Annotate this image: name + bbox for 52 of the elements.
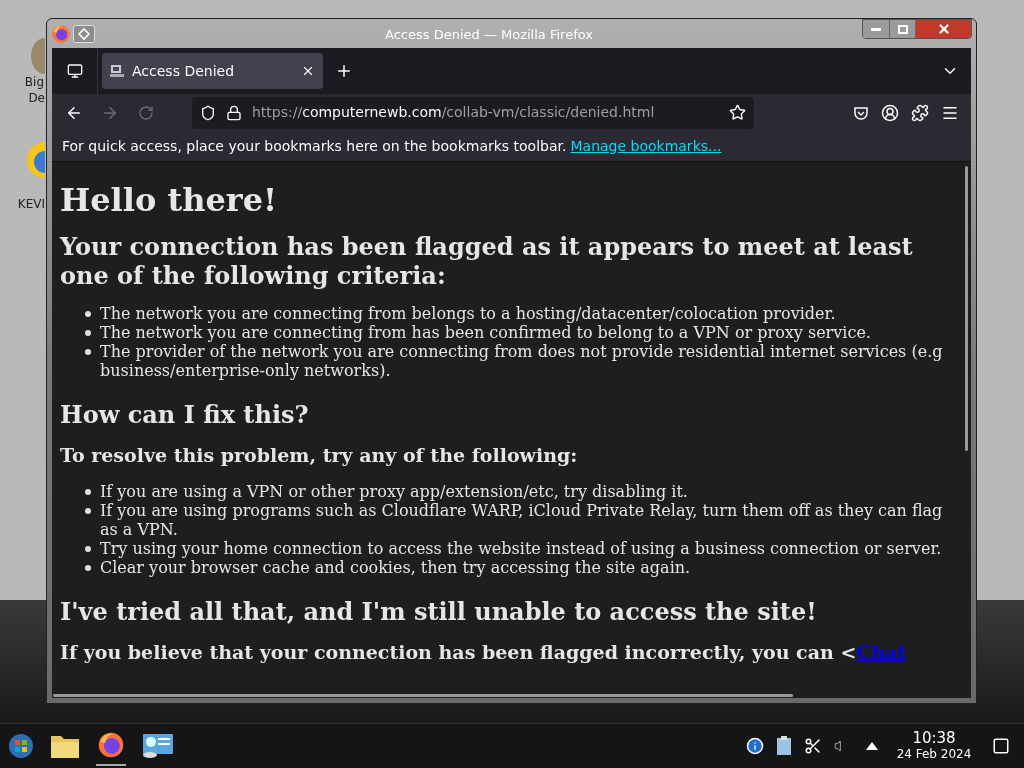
list-item-text: The provider of the network you are connecting from does not provide residential internet services (e.g business/enterprise-only networks). — [100, 342, 944, 380]
tab-title: Access Denied — [132, 61, 236, 81]
close-button[interactable] — [915, 20, 971, 38]
list-item-text: Clear your browser cache and cookies, then try accessing the site again. — [100, 558, 691, 577]
info-icon[interactable] — [746, 737, 764, 755]
window-menu-icon[interactable] — [73, 24, 95, 43]
close-tab-icon[interactable] — [301, 64, 315, 78]
horizontal-scrollbar-thumb[interactable] — [53, 693, 793, 697]
list-item-text: The network you are connecting from has been confirmed to belong to a VPN or proxy service. — [100, 323, 871, 342]
window-title: Access Denied — Mozilla Firefox — [385, 26, 593, 44]
list-item-text: Try using your home connection to access the website instead of using a business connection or server. — [100, 539, 942, 558]
scissors-icon[interactable] — [804, 737, 822, 755]
clock-date: 24 Feb 2024 — [896, 747, 972, 762]
lock-icon[interactable] — [226, 104, 242, 121]
bookmarks-hint: For quick access, place your bookmarks here on the bookmarks toolbar. — [62, 136, 567, 156]
computer-favicon — [110, 64, 124, 78]
desktop-icon-label: KEVI — [17, 196, 45, 212]
section-heading: Your connection has been flagged as it appears to meet at least one of the following criteria: — [60, 232, 914, 290]
list-item-text: If you are using a VPN or other proxy app/extension/etc, try disabling it. — [100, 482, 688, 501]
monitor-icon — [66, 63, 83, 79]
tray-expand-icon[interactable] — [866, 742, 878, 750]
subheading: To resolve this problem, try any of the following: — [60, 443, 579, 467]
page-heading: Hello there! — [60, 180, 279, 220]
bookmark-star-icon[interactable] — [729, 104, 746, 121]
reload-icon — [138, 104, 154, 121]
shield-icon[interactable] — [200, 104, 216, 121]
control-panel-icon[interactable] — [142, 733, 174, 759]
maximize-button[interactable] — [889, 20, 915, 38]
address-bar[interactable]: https://computernewb.com/collab-vm/classic/denied.html — [192, 96, 754, 129]
firefox-logo-icon — [51, 23, 71, 44]
section-heading: I've tried all that, and I'm still unable to access the site! — [60, 597, 818, 626]
account-icon[interactable] — [881, 103, 899, 122]
start-button-icon[interactable] — [8, 733, 34, 759]
minimize-button[interactable] — [863, 20, 889, 38]
plus-icon — [335, 62, 353, 80]
contact-sentence: If you believe that your connection has been flagged incorrectly, you can <Chat — [60, 640, 908, 664]
section-heading: How can I fix this? — [60, 400, 310, 429]
list-item-text: If you are using programs such as Cloudflare WARP, iCloud Private Relay, turn them off as they can flag as a VPN. — [100, 501, 944, 539]
clipboard-icon[interactable] — [776, 736, 792, 756]
url-text: https://computernewb.com/collab-vm/classic/denied.html — [252, 103, 656, 122]
desktop-icon-label: De — [28, 90, 45, 106]
manage-bookmarks-link[interactable]: Manage bookmarks... — [570, 135, 722, 157]
extensions-icon[interactable] — [911, 103, 929, 122]
list-item-text: The network you are connecting from belongs to a hosting/datacenter/colocation provider. — [100, 304, 836, 323]
desktop-icon-label: Big — [24, 74, 45, 90]
pocket-icon[interactable] — [853, 104, 869, 121]
close-icon — [936, 22, 951, 36]
vertical-scrollbar-thumb[interactable] — [965, 166, 968, 451]
clock-time: 10:38 — [912, 730, 956, 747]
browser-tab[interactable]: Access Denied — [102, 53, 323, 89]
show-desktop-icon[interactable] — [992, 737, 1010, 755]
firefox-taskbar-icon — [97, 731, 125, 759]
